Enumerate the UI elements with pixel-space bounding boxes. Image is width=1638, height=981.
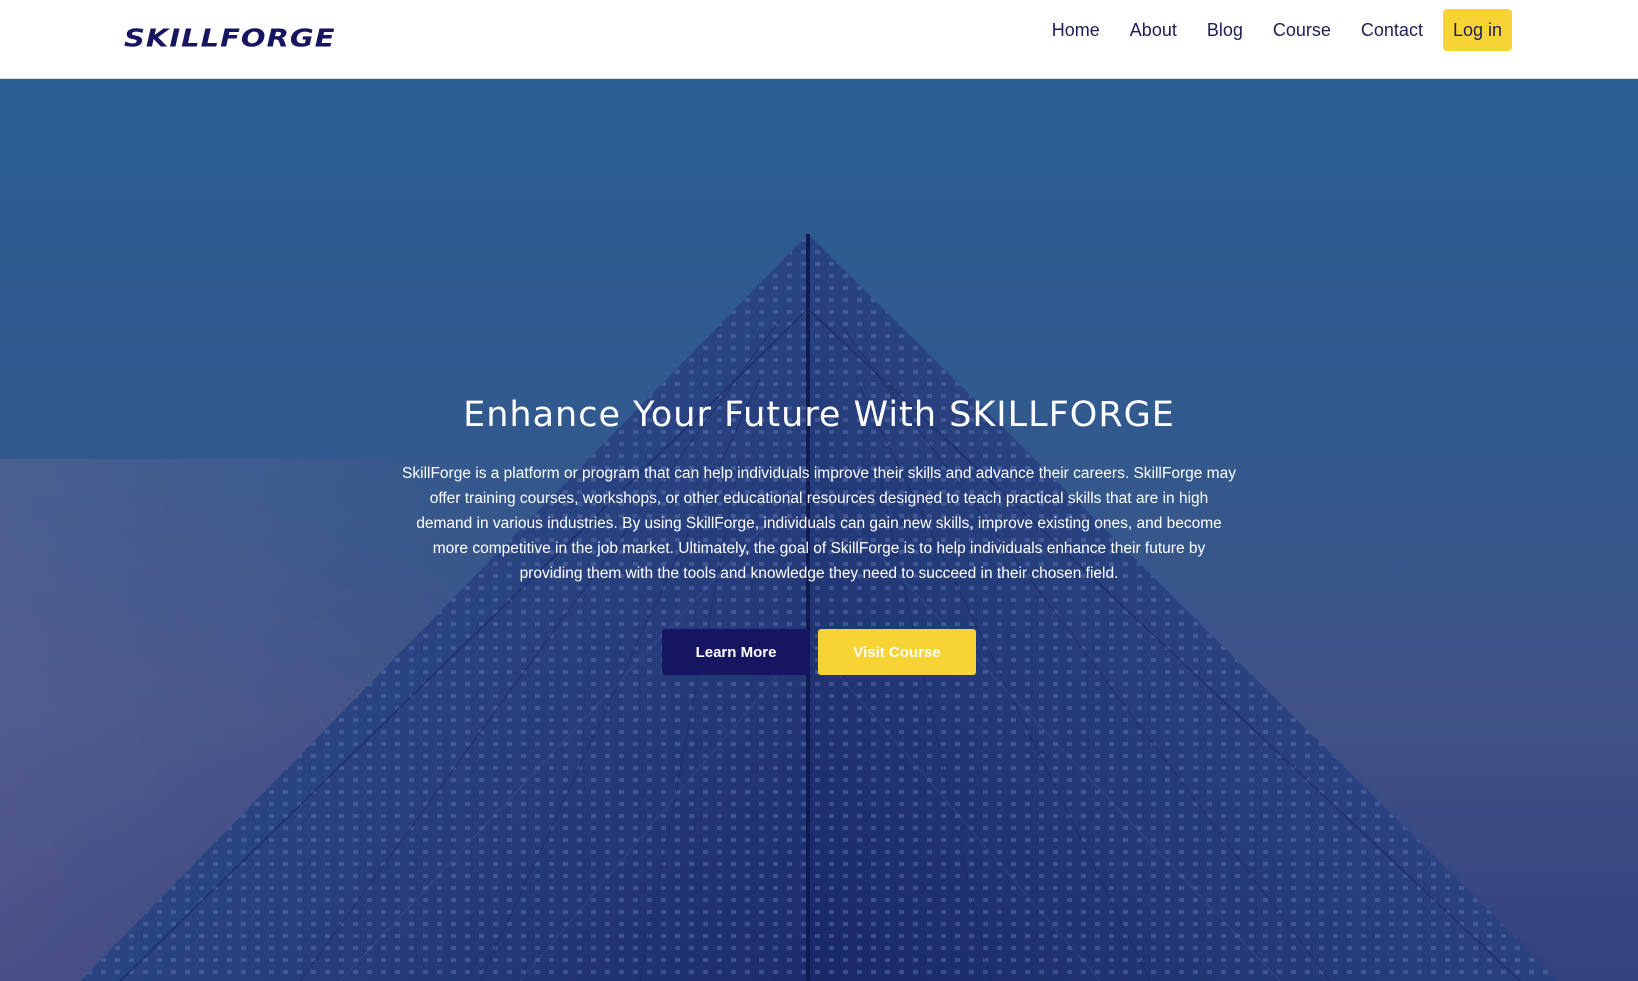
nav-link-home[interactable]: Home [1052, 10, 1100, 50]
hero-content: Enhance Your Future With SKILLFORGE Skil… [0, 79, 1638, 981]
learn-more-button[interactable]: Learn More [662, 629, 810, 675]
navbar: SKILLFORGE Home About Blog Course Contac… [0, 0, 1638, 79]
nav-link-about[interactable]: About [1130, 10, 1177, 50]
nav-links: Home About Blog Course Contact Log in [1052, 9, 1512, 51]
hero-buttons: Learn More Visit Course [662, 629, 976, 675]
visit-course-button[interactable]: Visit Course [818, 629, 976, 675]
logo-text: SKILLFORGE [124, 23, 336, 53]
hero-title: Enhance Your Future With SKILLFORGE [463, 395, 1175, 435]
hero-section: Enhance Your Future With SKILLFORGE Skil… [0, 79, 1638, 981]
logo[interactable]: SKILLFORGE [124, 22, 336, 54]
nav-link-contact[interactable]: Contact [1361, 10, 1423, 50]
nav-link-course[interactable]: Course [1273, 10, 1331, 50]
nav-link-blog[interactable]: Blog [1207, 10, 1243, 50]
hero-description: SkillForge is a platform or program that… [402, 465, 1236, 582]
login-button[interactable]: Log in [1442, 9, 1512, 51]
